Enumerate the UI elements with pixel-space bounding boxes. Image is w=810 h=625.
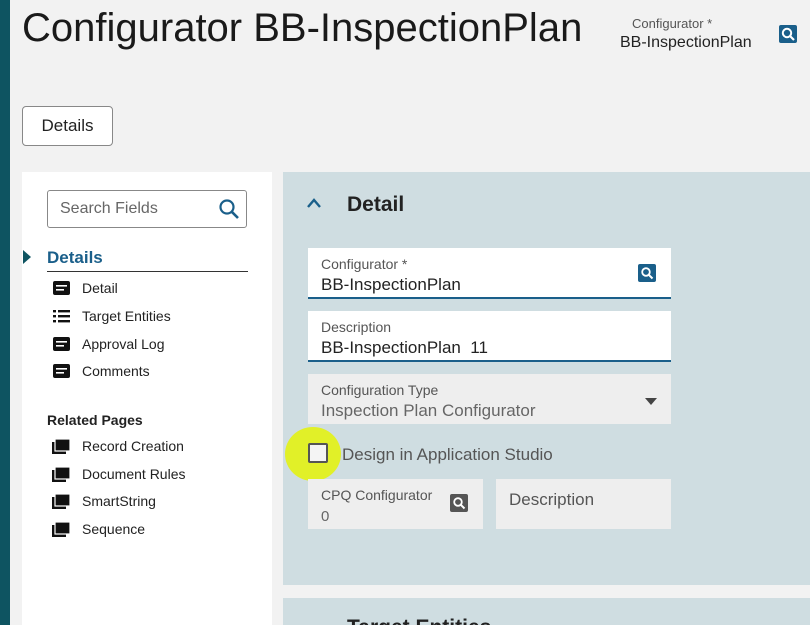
divider <box>47 271 248 272</box>
header-field-label: Configurator * <box>632 16 713 31</box>
related-item-smartstring[interactable]: SmartString <box>52 491 156 511</box>
sidebar-item-label: Approval Log <box>82 336 165 352</box>
field-value: BB-InspectionPlan <box>321 275 461 294</box>
description-readonly-field[interactable]: Description <box>496 479 671 529</box>
checkbox-label: Design in Application Studio <box>342 445 553 464</box>
list-icon <box>52 308 70 324</box>
description-field[interactable]: Description BB-InspectionPlan 11 <box>308 311 671 362</box>
pages-icon <box>52 466 70 482</box>
sidebar-item-approval-log[interactable]: Approval Log <box>52 334 165 354</box>
field-label: Configuration Type <box>321 382 439 398</box>
related-item-record-creation[interactable]: Record Creation <box>52 436 184 456</box>
field-label: Configurator * <box>321 256 408 272</box>
cpq-configurator-field[interactable]: CPQ Configurator 0 <box>308 479 483 529</box>
sidebar-item-target-entities[interactable]: Target Entities <box>52 306 171 326</box>
sidebar-item-label: Target Entities <box>82 308 171 324</box>
lookup-icon[interactable] <box>638 264 656 282</box>
field-value: Inspection Plan Configurator <box>321 401 536 420</box>
details-button[interactable]: Details <box>22 106 113 146</box>
field-value: BB-InspectionPlan 11 <box>321 338 488 357</box>
header-field-value: BB-InspectionPlan <box>620 34 752 51</box>
pages-icon <box>52 438 70 454</box>
panel-title: Target Entities <box>347 616 491 625</box>
related-item-label: Document Rules <box>82 466 186 482</box>
pages-icon <box>52 493 70 509</box>
sidebar-item-label: Detail <box>82 280 118 296</box>
related-item-document-rules[interactable]: Document Rules <box>52 464 186 484</box>
detail-icon <box>52 363 70 379</box>
lookup-icon[interactable] <box>778 24 798 44</box>
related-item-sequence[interactable]: Sequence <box>52 519 145 539</box>
field-value: 0 <box>321 508 330 525</box>
detail-icon <box>52 280 70 296</box>
field-label: Description <box>509 490 595 509</box>
chevron-up-icon[interactable] <box>305 196 323 210</box>
header-configurator-field[interactable]: Configurator * BB-InspectionPlan <box>620 16 752 52</box>
pages-icon <box>52 521 70 537</box>
search-icon[interactable] <box>218 198 240 220</box>
configurator-field[interactable]: Configurator * BB-InspectionPlan <box>308 248 671 299</box>
sidebar-item-comments[interactable]: Comments <box>52 361 150 381</box>
related-item-label: SmartString <box>82 493 156 509</box>
page-title: Configurator BB-InspectionPlan <box>22 6 583 50</box>
lookup-icon[interactable] <box>450 494 468 512</box>
configuration-type-select[interactable]: Configuration Type Inspection Plan Confi… <box>308 374 671 424</box>
active-section-marker <box>23 250 31 264</box>
panel-title: Detail <box>347 193 405 216</box>
sidebar-section-details[interactable]: Details <box>47 248 103 268</box>
search-input[interactable]: Search Fields <box>47 190 247 228</box>
design-studio-checkbox[interactable] <box>308 443 328 463</box>
related-item-label: Record Creation <box>82 438 184 454</box>
search-placeholder: Search Fields <box>60 200 158 217</box>
target-entities-panel[interactable]: Target Entities <box>283 598 810 625</box>
field-label: Description <box>321 319 392 335</box>
related-pages-heading: Related Pages <box>47 412 143 428</box>
chevron-down-icon[interactable] <box>645 398 657 405</box>
left-accent-strip <box>0 0 10 625</box>
sidebar-item-label: Comments <box>82 363 150 379</box>
detail-panel-header[interactable]: Detail <box>283 172 810 236</box>
detail-icon <box>52 336 70 352</box>
sidebar: Search Fields Details Detail Target Enti… <box>22 172 272 625</box>
field-label: CPQ Configurator <box>321 487 433 503</box>
related-item-label: Sequence <box>82 521 146 537</box>
sidebar-item-detail[interactable]: Detail <box>52 278 118 298</box>
